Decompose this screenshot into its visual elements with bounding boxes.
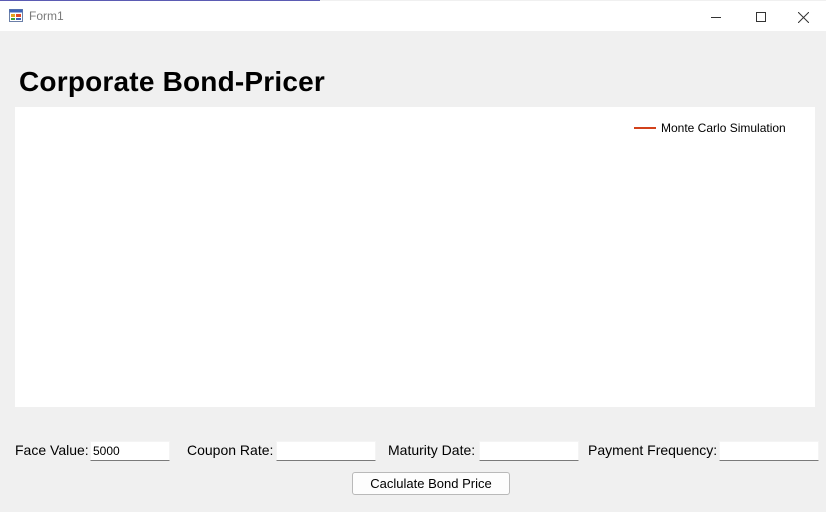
maximize-icon [756, 12, 766, 22]
legend-series-label: Monte Carlo Simulation [661, 121, 786, 135]
payment-frequency-label: Payment Frequency: [588, 442, 718, 458]
windows-form-icon [9, 9, 23, 22]
minimize-button[interactable] [693, 2, 739, 32]
coupon-rate-input[interactable] [276, 441, 376, 461]
maximize-button[interactable] [738, 2, 784, 32]
close-button[interactable] [780, 2, 826, 32]
calculate-bond-price-button[interactable]: Caclulate Bond Price [352, 472, 510, 495]
payment-frequency-input[interactable] [719, 441, 819, 461]
coupon-rate-label: Coupon Rate: [187, 442, 274, 458]
maturity-date-label: Maturity Date: [388, 442, 476, 458]
legend-series-swatch [634, 127, 656, 129]
page-title: Corporate Bond-Pricer [19, 66, 326, 97]
face-value-input[interactable] [90, 441, 170, 461]
chart-legend: Monte Carlo Simulation [634, 121, 786, 135]
chart-area: Monte Carlo Simulation [15, 107, 815, 407]
window-title: Form1 [29, 9, 64, 23]
app-window: Form1 Corporate Bond-Pricer Monte Carlo … [0, 0, 826, 512]
close-icon [797, 11, 809, 23]
minimize-icon [711, 17, 721, 18]
maturity-date-input[interactable] [479, 441, 579, 461]
face-value-label: Face Value: [15, 442, 89, 458]
title-bar[interactable]: Form1 [0, 1, 826, 31]
